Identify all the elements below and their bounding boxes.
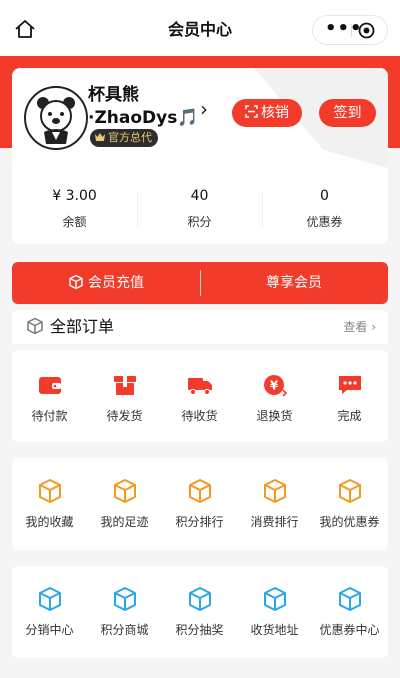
- feature-label: 积分抽奖: [175, 623, 224, 637]
- verify-button[interactable]: 核销: [232, 99, 302, 127]
- order-status-label: 待付款: [31, 409, 68, 423]
- navbar: 会员中心 •••: [0, 0, 400, 56]
- cube-icon: [188, 479, 211, 503]
- feature-points-mall[interactable]: 积分商城: [87, 586, 162, 638]
- feature-points-lottery[interactable]: 积分抽奖: [162, 586, 237, 638]
- chat-bubble-icon: [338, 376, 361, 394]
- stat-points[interactable]: 40 积分: [137, 186, 262, 232]
- order-status-label: 待收货: [181, 409, 218, 423]
- member-level-badge: 官方总代: [90, 129, 158, 147]
- features-card-1: 我的收藏 我的足迹 积分排行 消费排行 我的优惠券: [12, 458, 388, 550]
- mini-program-capsule: •••: [312, 15, 388, 45]
- points-label: 积分: [187, 215, 212, 229]
- balance-value: ¥ 3.00: [52, 188, 97, 204]
- feature-label: 消费排行: [250, 515, 299, 529]
- view-all-orders-link[interactable]: 查看 ›: [343, 319, 376, 335]
- feature-label: 我的足迹: [100, 515, 149, 529]
- chevron-right-icon[interactable]: ›: [200, 97, 208, 121]
- order-pending-shipment[interactable]: 待发货: [87, 372, 162, 424]
- points-value: 40: [190, 188, 209, 204]
- checkin-button[interactable]: 签到: [319, 99, 376, 127]
- avatar[interactable]: [24, 86, 88, 150]
- bear-avatar-icon: [37, 97, 75, 144]
- more-icon[interactable]: •••: [325, 20, 362, 38]
- recharge-button[interactable]: 会员充值: [12, 262, 200, 304]
- member-bar: 会员充值 尊享会员: [12, 262, 388, 304]
- user-name-line1: 杯具熊: [88, 85, 139, 105]
- order-status-label: 完成: [337, 409, 362, 423]
- feature-label: 积分商城: [100, 623, 149, 637]
- close-circle-icon[interactable]: [358, 22, 375, 39]
- profile-card: 杯具熊 ·ZhaoDys🎵 › 官方总代 核销 签到 ¥ 3.00 余额 40 …: [12, 68, 388, 244]
- user-name[interactable]: 杯具熊 ·ZhaoDys🎵: [88, 84, 199, 130]
- order-returns[interactable]: ¥ 退换货: [237, 372, 312, 424]
- svg-text:¥: ¥: [269, 379, 278, 393]
- feature-label: 我的优惠券: [319, 515, 380, 529]
- features-card-2: 分销中心 积分商城 积分抽奖 收货地址 优惠券中心: [12, 566, 388, 658]
- capsule-divider: [351, 24, 352, 37]
- stat-coupons[interactable]: 0 优惠券: [262, 186, 387, 232]
- cube-icon: [263, 479, 286, 503]
- order-status-label: 退换货: [256, 409, 293, 423]
- badge-label: 官方总代: [108, 131, 152, 144]
- orders-title: 全部订单: [26, 317, 114, 337]
- coupons-label: 优惠券: [306, 215, 343, 229]
- feature-my-coupons[interactable]: 我的优惠券: [312, 478, 387, 530]
- wallet-icon: [38, 377, 61, 394]
- feature-footprints[interactable]: 我的足迹: [87, 478, 162, 530]
- cube-icon: [263, 587, 286, 611]
- balance-label: 余额: [62, 215, 87, 229]
- coupons-value: 0: [320, 188, 329, 204]
- cube-icon: [113, 587, 136, 611]
- recharge-label: 会员充值: [88, 275, 144, 291]
- feature-shipping-address[interactable]: 收货地址: [237, 586, 312, 638]
- truck-icon: [187, 378, 212, 396]
- order-pending-receipt[interactable]: 待收货: [162, 372, 237, 424]
- cube-icon: [27, 317, 43, 335]
- order-status-card: 待付款 待发货 待收货 ¥ 退换货 完成: [12, 350, 388, 442]
- cube-icon: [113, 479, 136, 503]
- crown-icon: [95, 133, 105, 141]
- cube-icon: [338, 587, 361, 611]
- feature-points-ranking[interactable]: 积分排行: [162, 478, 237, 530]
- order-completed[interactable]: 完成: [312, 372, 387, 424]
- package-icon: [113, 376, 136, 395]
- vip-button[interactable]: 尊享会员: [200, 262, 388, 304]
- feature-favorites[interactable]: 我的收藏: [12, 478, 87, 530]
- feature-label: 优惠券中心: [319, 623, 380, 637]
- order-pending-payment[interactable]: 待付款: [12, 372, 87, 424]
- cube-icon: [69, 274, 83, 290]
- feature-label: 分销中心: [25, 623, 74, 637]
- orders-title-label: 全部订单: [50, 317, 115, 336]
- scan-icon: [245, 105, 258, 118]
- orders-header: 全部订单 查看 ›: [12, 310, 388, 344]
- refund-icon: ¥: [263, 375, 287, 397]
- cube-icon: [188, 587, 211, 611]
- verify-label: 核销: [261, 105, 289, 121]
- feature-label: 积分排行: [175, 515, 224, 529]
- feature-spending-ranking[interactable]: 消费排行: [237, 478, 312, 530]
- user-name-line2: ·ZhaoDys🎵: [88, 108, 199, 128]
- cube-icon: [338, 479, 361, 503]
- feature-label: 收货地址: [250, 623, 299, 637]
- stat-balance[interactable]: ¥ 3.00 余额: [12, 186, 137, 232]
- order-status-label: 待发货: [106, 409, 143, 423]
- cube-icon: [38, 479, 61, 503]
- feature-coupon-center[interactable]: 优惠券中心: [312, 586, 387, 638]
- cube-icon: [38, 587, 61, 611]
- feature-distribution-center[interactable]: 分销中心: [12, 586, 87, 638]
- feature-label: 我的收藏: [25, 515, 74, 529]
